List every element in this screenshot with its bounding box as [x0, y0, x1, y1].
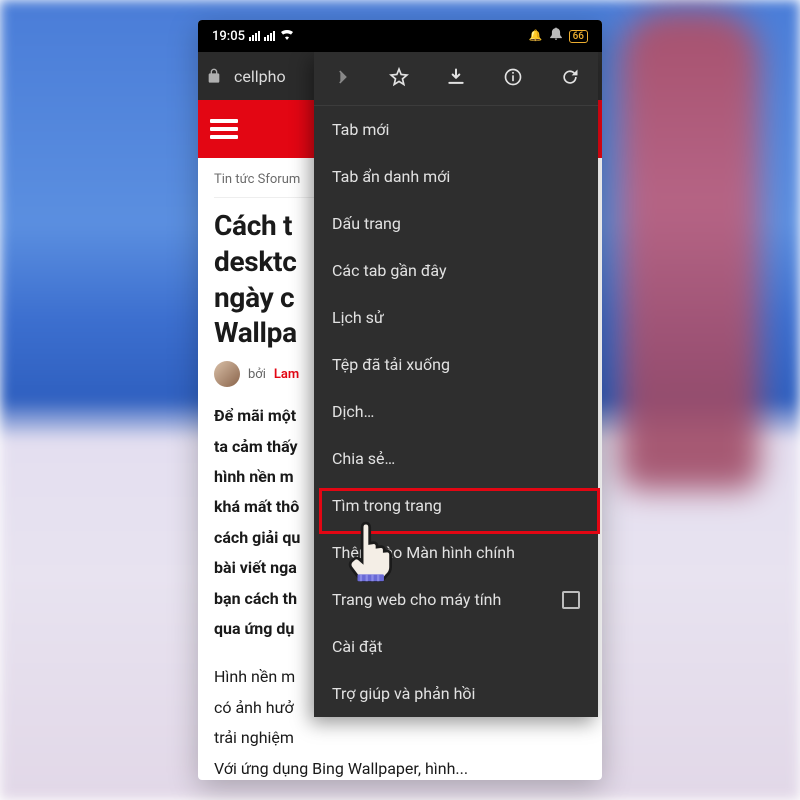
menu-recent-tabs[interactable]: Các tab gần đây: [314, 247, 598, 294]
lock-icon: [206, 68, 222, 84]
author-link[interactable]: Lam: [274, 367, 299, 382]
menu-icon[interactable]: [210, 119, 238, 139]
chrome-overflow-menu: Tab mới Tab ẩn danh mới Dấu trang Các ta…: [314, 52, 598, 717]
battery-icon: 66: [569, 30, 588, 43]
menu-bookmarks[interactable]: Dấu trang: [314, 200, 598, 247]
status-left: 19:05: [212, 28, 295, 44]
menu-icon-row: [314, 52, 598, 106]
menu-settings[interactable]: Cài đặt: [314, 623, 598, 670]
status-right: 66: [529, 27, 588, 45]
status-time: 19:05: [212, 29, 245, 44]
menu-translate[interactable]: Dịch…: [314, 388, 598, 435]
signal-icon-2: [264, 31, 275, 41]
star-icon[interactable]: [389, 67, 409, 91]
desktop-site-checkbox[interactable]: [562, 591, 580, 609]
menu-history[interactable]: Lịch sử: [314, 294, 598, 341]
signal-icon-1: [249, 31, 260, 41]
by-prefix: bởi: [248, 367, 266, 382]
reload-icon[interactable]: [560, 67, 580, 91]
menu-help[interactable]: Trợ giúp và phản hồi: [314, 670, 598, 717]
menu-incognito-tab[interactable]: Tab ẩn danh mới: [314, 153, 598, 200]
menu-downloads[interactable]: Tệp đã tải xuống: [314, 341, 598, 388]
forward-icon[interactable]: [332, 67, 352, 91]
avatar: [214, 361, 240, 387]
dnd-icon: [529, 29, 543, 43]
phone-frame: 19:05 66 cellpho Tin tức Sforum Cách t d…: [198, 20, 602, 780]
wifi-icon: [279, 28, 295, 44]
menu-share[interactable]: Chia sẻ…: [314, 435, 598, 482]
cursor-hand-icon: [346, 518, 392, 582]
info-icon[interactable]: [503, 67, 523, 91]
menu-new-tab[interactable]: Tab mới: [314, 106, 598, 153]
status-bar: 19:05 66: [198, 20, 602, 52]
alarm-icon: [549, 27, 563, 45]
download-icon[interactable]: [446, 67, 466, 91]
menu-desktop-site[interactable]: Trang web cho máy tính: [314, 576, 598, 623]
